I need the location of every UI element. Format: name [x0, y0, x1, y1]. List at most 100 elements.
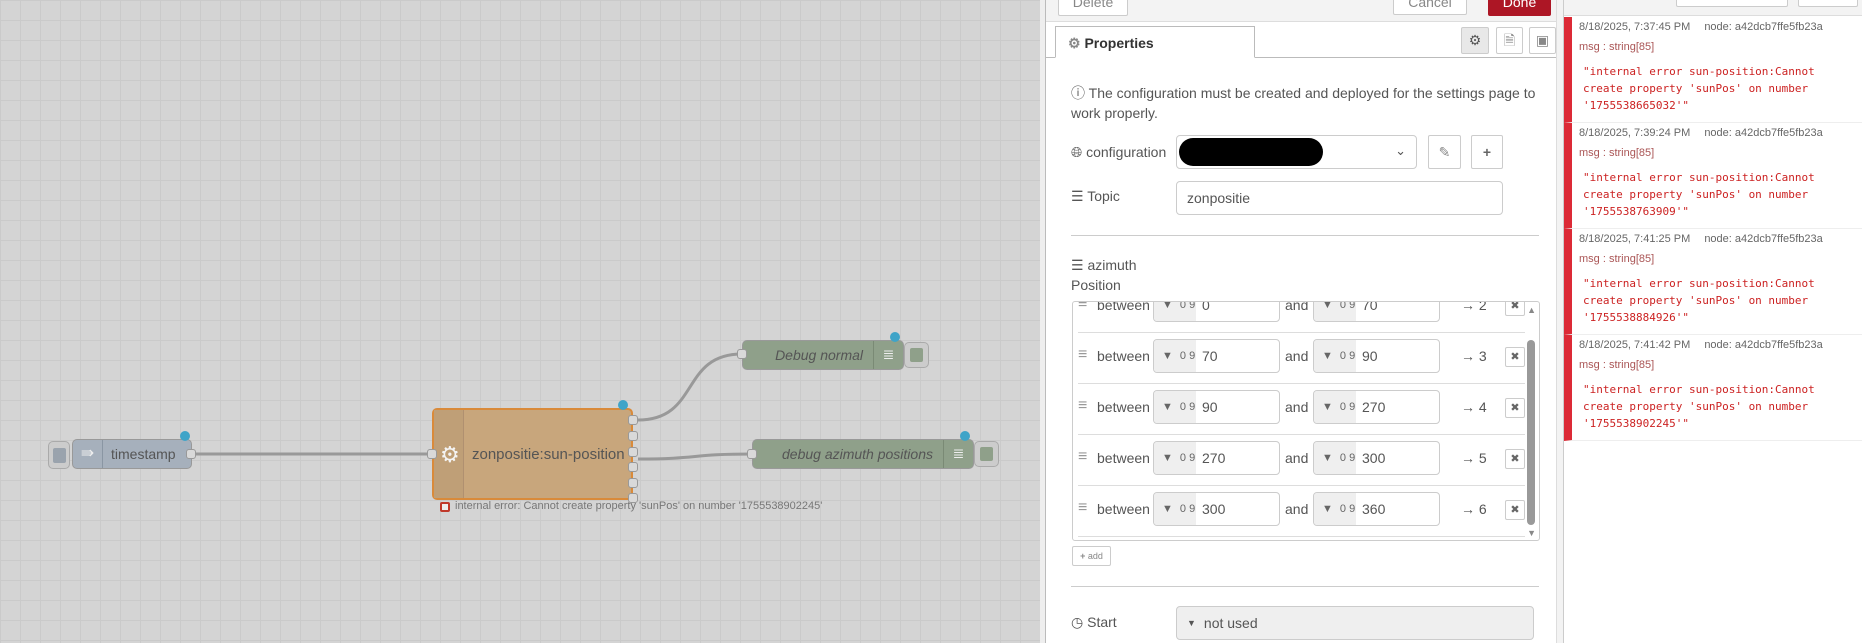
rule-to-input[interactable]: ▼ 0 9 270 — [1313, 390, 1440, 424]
cancel-button[interactable]: Cancel — [1393, 0, 1467, 15]
rule-to-value: 70 — [1362, 301, 1378, 313]
type-select[interactable]: ▼ 0 9 — [1314, 442, 1356, 474]
debug-filter-button[interactable] — [1676, 0, 1788, 7]
output-port-4[interactable] — [628, 462, 638, 472]
edit-config-button[interactable]: ✎ — [1428, 135, 1461, 169]
type-select[interactable]: ▼ 0 9 — [1154, 493, 1196, 525]
caret-down-icon: ▼ — [1322, 503, 1333, 515]
scroll-down-icon[interactable]: ▼ — [1527, 528, 1536, 538]
remove-rule-button[interactable]: ✖ — [1505, 449, 1525, 469]
output-port-5[interactable] — [628, 478, 638, 488]
drag-handle-icon[interactable]: ≡ — [1078, 302, 1092, 313]
rule-to-input[interactable]: ▼ 0 9 300 — [1313, 441, 1440, 475]
drag-handle-icon[interactable]: ≡ — [1078, 448, 1092, 466]
caret-down-icon: ▼ — [1162, 503, 1173, 515]
debug-toggle-button[interactable] — [974, 441, 999, 467]
rule-from-input[interactable]: ▼ 0 9 270 — [1153, 441, 1280, 475]
type-select[interactable]: ▼ 0 9 — [1314, 493, 1356, 525]
flow-canvas[interactable]: ⇛ timestamp ⚙ zonpositie:sun-position in… — [0, 0, 1045, 643]
drag-handle-icon[interactable]: ≡ — [1078, 397, 1092, 415]
remove-rule-button[interactable]: ✖ — [1505, 302, 1525, 316]
debug-toggle-button[interactable] — [904, 342, 929, 368]
node-timestamp[interactable]: ⇛ timestamp — [72, 439, 192, 469]
number-type-icon: 0 9 — [1339, 452, 1356, 464]
clock-icon: ◷ — [1071, 614, 1084, 630]
rule-from-input[interactable]: ▼ 0 9 90 — [1153, 390, 1280, 424]
type-select[interactable]: ▼ 0 9 — [1154, 442, 1196, 474]
message-type: msg : string[85] — [1579, 359, 1655, 371]
number-type-icon: 0 9 — [1179, 452, 1196, 464]
rule-from-input[interactable]: ▼ 0 9 300 — [1153, 492, 1280, 526]
input-port[interactable] — [747, 449, 757, 459]
delete-button[interactable]: Delete — [1058, 0, 1128, 16]
list-icon: ☰ — [1071, 257, 1084, 273]
sidebar-resize-handle[interactable] — [1556, 0, 1563, 643]
topic-input[interactable]: zonpositie — [1176, 181, 1503, 215]
type-select[interactable]: ▼ 0 9 — [1154, 391, 1196, 423]
input-port[interactable] — [427, 449, 437, 459]
drag-handle-icon[interactable]: ≡ — [1078, 499, 1092, 517]
scrollbar-thumb[interactable] — [1527, 340, 1535, 525]
remove-rule-button[interactable]: ✖ — [1505, 398, 1525, 418]
debug-message[interactable]: 8/18/2025, 7:37:45 PM node: a42dcb7ffe5fb… — [1564, 17, 1862, 123]
rule-to-input[interactable]: ▼ 0 9 90 — [1313, 339, 1440, 373]
drag-handle-icon[interactable]: ≡ — [1078, 346, 1092, 364]
rule-row: ≡ between ▼ 0 9 270 and ▼ 0 9 300 → 5 ✖ — [1078, 435, 1525, 486]
rule-output: → 3 — [1461, 348, 1487, 364]
number-type-icon: 0 9 — [1179, 350, 1196, 362]
add-config-button[interactable]: + — [1471, 135, 1503, 169]
appearance-icon[interactable]: ▣ — [1529, 27, 1556, 54]
node-debug-azimuth[interactable]: debug azimuth positions ≣ — [752, 439, 974, 469]
redacted-value — [1179, 138, 1323, 166]
rule-row: ≡ between ▼ 0 9 70 and ▼ 0 9 90 → 3 ✖ — [1078, 333, 1525, 384]
message-time: 8/18/2025, 7:41:25 PM — [1579, 233, 1691, 245]
number-type-icon: 0 9 — [1339, 401, 1356, 413]
message-node[interactable]: node: a42dcb7ffe5fb23a — [1704, 339, 1822, 351]
output-port[interactable] — [186, 449, 196, 459]
type-select[interactable]: ▼ 0 9 — [1154, 302, 1196, 321]
output-port-3[interactable] — [628, 447, 638, 457]
debug-message[interactable]: 8/18/2025, 7:39:24 PM node: a42dcb7ffe5fb… — [1564, 123, 1862, 229]
add-rule-button[interactable]: + add — [1072, 546, 1111, 566]
info-message: The configuration must be created and de… — [1071, 85, 1536, 121]
start-select[interactable]: ▼ not used — [1176, 606, 1534, 640]
debug-clear-button[interactable] — [1798, 0, 1858, 7]
debug-message[interactable]: 8/18/2025, 7:41:42 PM node: a42dcb7ffe5fb… — [1564, 335, 1862, 441]
gear-icon: ⚙ — [440, 442, 460, 467]
rule-row: ≡ between ▼ 0 9 300 and ▼ 0 9 360 → 6 ✖ — [1078, 486, 1525, 537]
rule-from-input[interactable]: ▼ 0 9 0 — [1153, 302, 1280, 322]
description-icon[interactable]: 🗎 — [1496, 27, 1523, 54]
tab-properties[interactable]: ⚙ Properties — [1055, 26, 1255, 58]
rule-to-input[interactable]: ▼ 0 9 360 — [1313, 492, 1440, 526]
configuration-select[interactable]: ⌄ — [1176, 135, 1417, 169]
type-select[interactable]: ▼ 0 9 — [1314, 340, 1356, 372]
output-port-1[interactable] — [628, 415, 638, 425]
list-icon: ☰ — [1071, 188, 1084, 204]
done-button[interactable]: Done — [1488, 0, 1551, 16]
message-node[interactable]: node: a42dcb7ffe5fb23a — [1704, 21, 1822, 33]
rule-from-input[interactable]: ▼ 0 9 70 — [1153, 339, 1280, 373]
debug-sidebar: 8/18/2025, 7:37:45 PM node: a42dcb7ffe5fb… — [1563, 0, 1862, 643]
properties-gear-icon[interactable]: ⚙ — [1461, 27, 1489, 54]
wires — [192, 352, 753, 461]
message-time: 8/18/2025, 7:39:24 PM — [1579, 127, 1691, 139]
message-node[interactable]: node: a42dcb7ffe5fb23a — [1704, 127, 1822, 139]
input-port[interactable] — [737, 349, 747, 359]
changed-dot — [890, 332, 900, 342]
inject-button[interactable] — [48, 441, 70, 469]
rule-row: ≡ between ▼ 0 9 90 and ▼ 0 9 270 → 4 ✖ — [1078, 384, 1525, 435]
scroll-up-icon[interactable]: ▲ — [1527, 305, 1536, 315]
plus-icon: + — [1482, 144, 1492, 160]
remove-rule-button[interactable]: ✖ — [1505, 347, 1525, 367]
output-port-2[interactable] — [628, 431, 638, 441]
message-node[interactable]: node: a42dcb7ffe5fb23a — [1704, 233, 1822, 245]
type-select[interactable]: ▼ 0 9 — [1314, 391, 1356, 423]
number-type-icon: 0 9 — [1339, 503, 1356, 515]
node-debug-normal[interactable]: Debug normal ≣ — [742, 340, 904, 370]
type-select[interactable]: ▼ 0 9 — [1154, 340, 1196, 372]
type-select[interactable]: ▼ 0 9 — [1314, 302, 1356, 321]
remove-rule-button[interactable]: ✖ — [1505, 500, 1525, 520]
node-sun-position[interactable]: ⚙ zonpositie:sun-position — [432, 408, 633, 500]
debug-message[interactable]: 8/18/2025, 7:41:25 PM node: a42dcb7ffe5fb… — [1564, 229, 1862, 335]
rule-to-input[interactable]: ▼ 0 9 70 — [1313, 301, 1440, 322]
